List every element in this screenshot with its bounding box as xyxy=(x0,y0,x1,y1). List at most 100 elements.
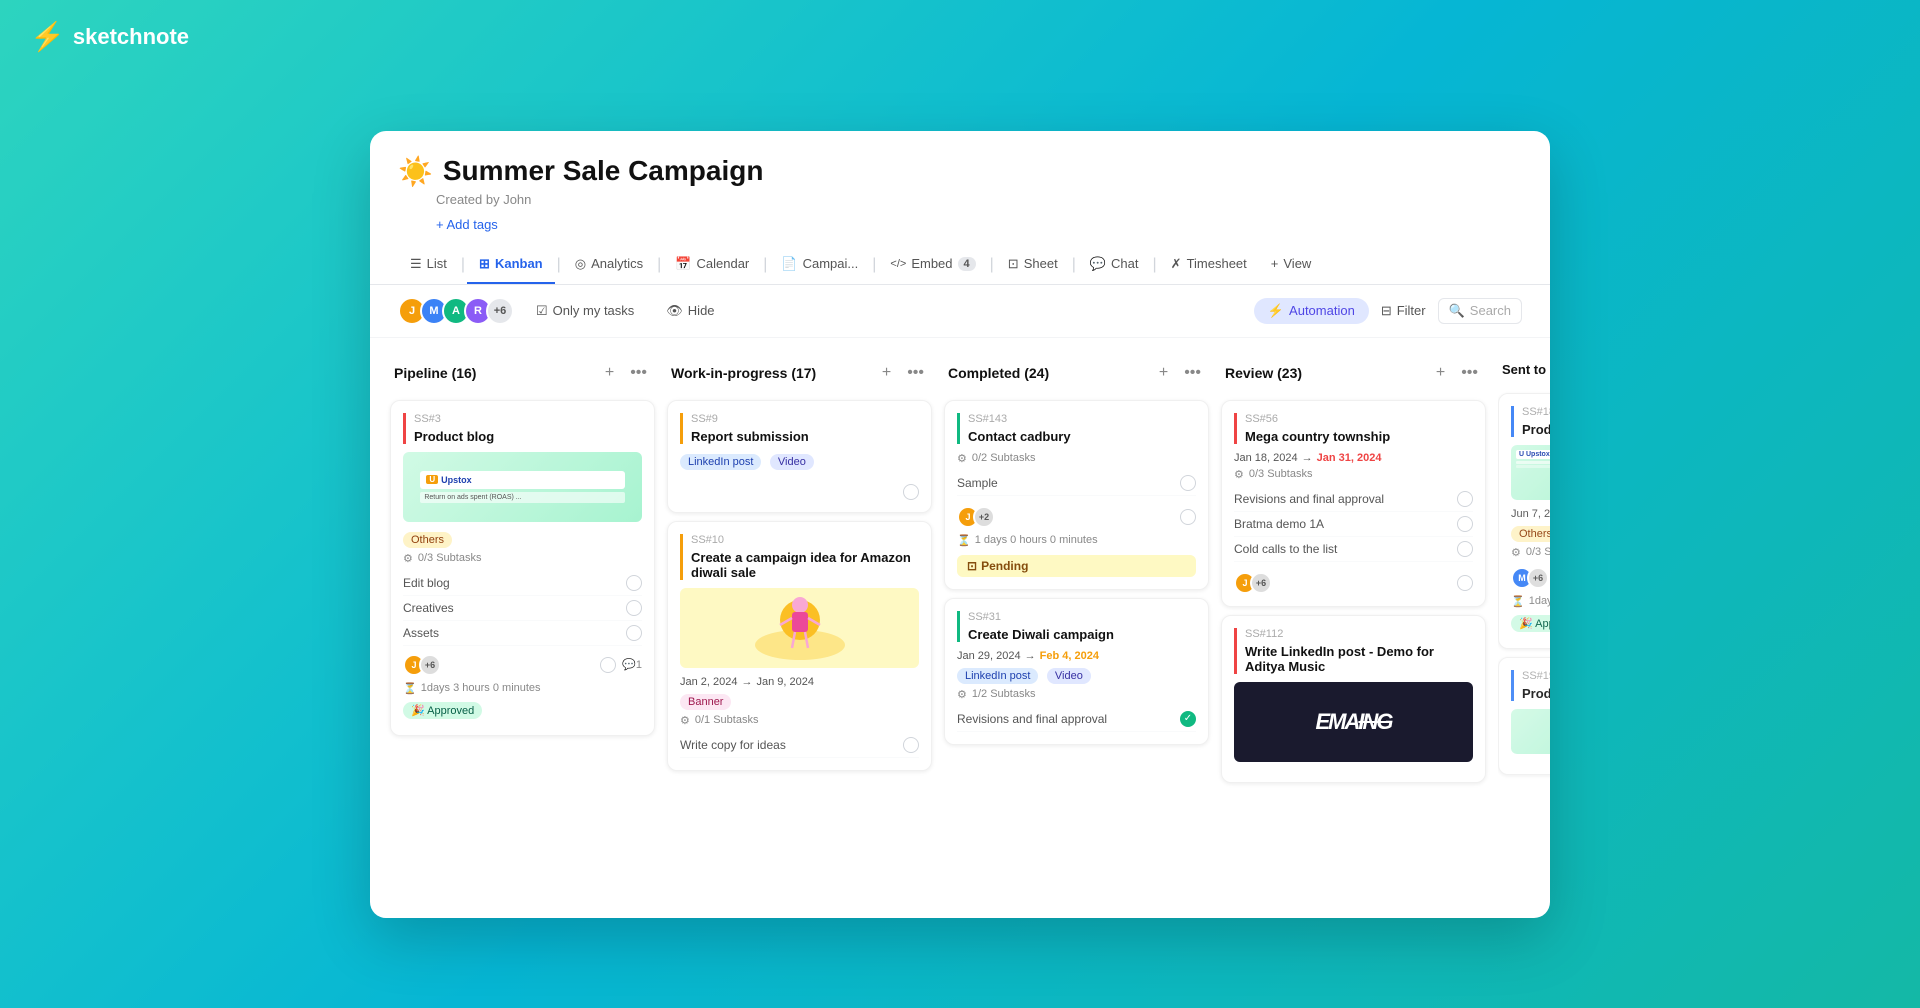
card-ss56-avatars: J +6 xyxy=(1234,572,1272,594)
tab-kanban[interactable]: ⊞ Kanban xyxy=(467,246,555,284)
card-ss112[interactable]: SS#112 Write LinkedIn post - Demo for Ad… xyxy=(1221,615,1486,783)
card-ss195-id: SS#195 xyxy=(1522,670,1550,682)
task-creatives: Creatives xyxy=(403,596,642,621)
card-ss3-id: SS#3 xyxy=(414,413,642,425)
task-revisions-checkbox[interactable]: ✓ xyxy=(1180,711,1196,727)
timesheet-icon: ✗ xyxy=(1171,256,1182,272)
app-name: sketchnote xyxy=(73,24,189,50)
tag-video: Video xyxy=(770,454,814,470)
column-pipeline-title: Pipeline (16) xyxy=(394,365,476,381)
campaign-icon: 📄 xyxy=(781,256,797,272)
toolbar: J M A R +6 ☑ Only my tasks 👁 Hide ⚡ Auto… xyxy=(370,285,1550,338)
task-checkbox-3[interactable] xyxy=(1457,541,1473,557)
column-review-header: Review (23) + ••• xyxy=(1221,354,1486,392)
column-wip-header: Work-in-progress (17) + ••• xyxy=(667,354,932,392)
card-ss195-image: U Upstox xyxy=(1511,709,1550,754)
task-checkbox-1[interactable] xyxy=(1457,491,1473,507)
card-ss56-id: SS#56 xyxy=(1245,413,1473,425)
card-ss143-id: SS#143 xyxy=(968,413,1196,425)
app-logo-icon: ⚡ xyxy=(30,20,65,53)
tab-calendar[interactable]: 📅 Calendar xyxy=(663,246,761,284)
avatar-overflow: +6 xyxy=(486,297,514,325)
card-ss10-id: SS#10 xyxy=(691,534,919,546)
card-ss143-time: ⏳1 days 0 hours 0 minutes xyxy=(957,534,1196,547)
task-edit-blog-checkbox[interactable] xyxy=(626,575,642,591)
tab-embed[interactable]: </> Embed 4 xyxy=(878,246,987,283)
project-header: ☀️ Summer Sale Campaign Created by John … xyxy=(370,131,1550,232)
kanban-icon: ⊞ xyxy=(479,256,490,272)
search-box[interactable]: 🔍 Search xyxy=(1438,298,1522,324)
task-cold-calls: Cold calls to the list xyxy=(1234,537,1473,562)
task-bratma: Bratma demo 1A xyxy=(1234,512,1473,537)
hide-button[interactable]: 👁 Hide xyxy=(656,298,724,324)
column-sent-title: Sent to clien... xyxy=(1502,362,1550,377)
task-creatives-checkbox[interactable] xyxy=(626,600,642,616)
column-completed-header: Completed (24) + ••• xyxy=(944,354,1209,392)
card-ss188[interactable]: SS#188 Product blog U Upstox Jun 7, 2024… xyxy=(1498,393,1550,649)
card-ss112-image: EMAING xyxy=(1234,682,1473,762)
card-ss56-checkbox[interactable] xyxy=(1457,575,1473,591)
card-ss112-title: Write LinkedIn post - Demo for Aditya Mu… xyxy=(1245,644,1473,674)
avatar-count: +2 xyxy=(973,506,995,528)
column-completed-menu[interactable]: ••• xyxy=(1180,362,1205,384)
column-review-title: Review (23) xyxy=(1225,365,1302,381)
tab-timesheet[interactable]: ✗ Timesheet xyxy=(1159,246,1259,284)
card-ss9[interactable]: SS#9 Report submission LinkedIn post Vid… xyxy=(667,400,932,513)
column-wip-menu[interactable]: ••• xyxy=(903,362,928,384)
task-revisions: Revisions and final approval ✓ xyxy=(957,707,1196,732)
task-sample-checkbox[interactable] xyxy=(1180,475,1196,491)
filter-button[interactable]: ⊟ Filter xyxy=(1381,303,1426,319)
card-ss143-checkbox[interactable] xyxy=(1180,509,1196,525)
column-pipeline-menu[interactable]: ••• xyxy=(626,362,651,384)
card-ss195[interactable]: SS#195 Product blog U Upstox xyxy=(1498,657,1550,775)
tab-list[interactable]: ☰ List xyxy=(398,246,459,284)
card-ss31-id: SS#31 xyxy=(968,611,1196,623)
automation-button[interactable]: ⚡ Automation xyxy=(1254,298,1369,324)
team-avatars[interactable]: J M A R +6 xyxy=(398,297,514,325)
chat-icon: 💬 xyxy=(1090,256,1106,272)
card-ss143[interactable]: SS#143 Contact cadbury ⚙0/2 Subtasks Sam… xyxy=(944,400,1209,590)
column-review-add[interactable]: + xyxy=(1432,362,1449,384)
column-pipeline-add[interactable]: + xyxy=(601,362,618,384)
card-ss188-date: Jun 7, 2024→ xyxy=(1511,508,1550,520)
column-wip-add[interactable]: + xyxy=(878,362,895,384)
app-header: ⚡ sketchnote xyxy=(30,20,189,53)
card-ss143-status: ⊡Pending xyxy=(957,555,1196,577)
task-sample: Sample xyxy=(957,471,1196,496)
column-pipeline-header: Pipeline (16) + ••• xyxy=(390,354,655,392)
task-checkbox-2[interactable] xyxy=(1457,516,1473,532)
column-wip: Work-in-progress (17) + ••• SS#9 Report … xyxy=(667,354,932,779)
project-title-row: ☀️ Summer Sale Campaign xyxy=(398,155,1522,188)
tab-chat[interactable]: 💬 Chat xyxy=(1078,246,1151,284)
card-ss3[interactable]: SS#3 Product blog U Upstox Return on ads… xyxy=(390,400,655,736)
lightning-icon: ⚡ xyxy=(1268,303,1284,319)
card-ss31-dates: Jan 29, 2024→Feb 4, 2024 xyxy=(957,650,1196,662)
card-ss188-id: SS#188 xyxy=(1522,406,1550,418)
column-sent: Sent to clien... SS#188 Product blog U U… xyxy=(1498,354,1550,783)
task-revisions-final: Revisions and final approval xyxy=(1234,487,1473,512)
card-ss56[interactable]: SS#56 Mega country township Jan 18, 2024… xyxy=(1221,400,1486,607)
column-review-menu[interactable]: ••• xyxy=(1457,362,1482,384)
card-ss56-dates: Jan 18, 2024→Jan 31, 2024 xyxy=(1234,452,1473,464)
card-ss31[interactable]: SS#31 Create Diwali campaign Jan 29, 202… xyxy=(944,598,1209,745)
tab-add-view[interactable]: + View xyxy=(1259,246,1324,283)
subtask-icon: ⚙ xyxy=(403,552,413,565)
analytics-icon: ◎ xyxy=(575,256,586,272)
card-ss10[interactable]: SS#10 Create a campaign idea for Amazon … xyxy=(667,521,932,771)
tab-campaign[interactable]: 📄 Campai... xyxy=(769,246,870,284)
card-ss3-checkbox[interactable] xyxy=(600,657,616,673)
task-write-copy-checkbox[interactable] xyxy=(903,737,919,753)
card-ss3-comment-count: 💬1 xyxy=(622,658,642,671)
card-ss10-title: Create a campaign idea for Amazon diwali… xyxy=(691,550,919,580)
task-edit-blog: Edit blog xyxy=(403,571,642,596)
column-wip-title: Work-in-progress (17) xyxy=(671,365,816,381)
tab-sheet[interactable]: ⊡ Sheet xyxy=(996,246,1070,284)
card-ss9-checkbox[interactable] xyxy=(903,484,919,500)
add-tags-button[interactable]: + Add tags xyxy=(436,217,1522,232)
kanban-board: Pipeline (16) + ••• SS#3 Product blog U xyxy=(370,338,1550,918)
column-completed-add[interactable]: + xyxy=(1155,362,1172,384)
only-my-tasks-button[interactable]: ☑ Only my tasks xyxy=(526,298,644,324)
task-assets-checkbox[interactable] xyxy=(626,625,642,641)
tab-analytics[interactable]: ◎ Analytics xyxy=(563,246,655,284)
eye-icon: 👁 xyxy=(666,303,683,319)
